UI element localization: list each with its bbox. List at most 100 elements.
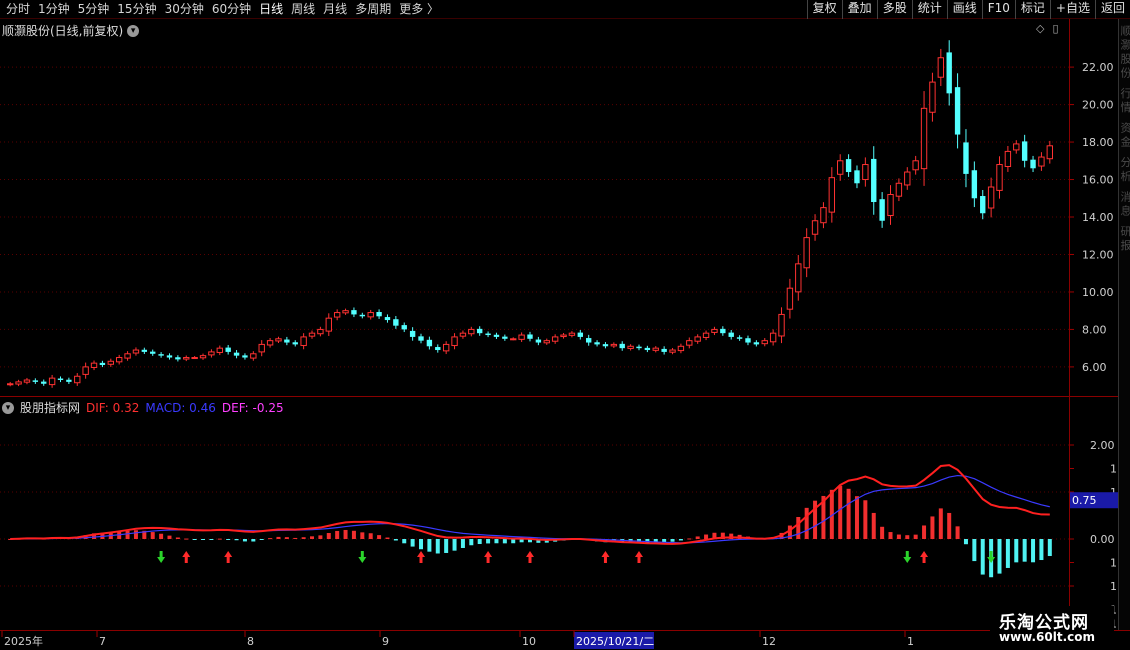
candle-body [937,57,945,78]
candle-body [435,347,441,351]
candle-body [183,357,190,360]
candle-body [854,170,860,184]
macd-bar [896,534,901,539]
candle-body [199,355,207,359]
period-tab[interactable]: 60分钟 [208,2,255,17]
candle-body [887,194,894,217]
candle-body [803,237,810,269]
candle-body [351,310,357,315]
toolbar-button[interactable]: 统计 [911,0,947,19]
toolbar-button[interactable]: 叠加 [841,0,877,19]
candle-body [535,339,542,343]
toolbar-button[interactable]: F10 [981,0,1015,19]
macd-bar [452,539,457,551]
candle-body [795,263,802,293]
macd-bar [494,539,499,544]
candle-body [585,338,592,343]
period-tab[interactable]: 更多 〉 [395,2,443,17]
period-tab[interactable]: 30分钟 [161,2,208,17]
macd-bar [913,534,918,539]
candle-body [150,351,156,354]
candlestick-chart[interactable] [0,19,1070,397]
macd-bar [704,534,709,539]
period-tab[interactable]: 日线 [255,2,287,17]
macd-bar [972,539,977,562]
toolbar-button[interactable]: 复权 [806,0,842,19]
macd-indicator-chart[interactable] [0,397,1070,630]
candle-body [1013,143,1020,151]
macd-bar [419,539,424,550]
toolbar-button[interactable]: +自选 [1049,0,1095,19]
candle-body [560,334,567,338]
candle-body [216,347,223,353]
macd-bar [276,536,281,539]
candle-body [74,375,81,384]
macd-bar [410,539,415,547]
macd-bar [938,508,943,539]
period-tab[interactable]: 1分钟 [34,2,74,17]
chevron-down-icon[interactable]: ▾ [127,24,140,37]
candle-body [636,346,642,349]
date-label: 10 [522,635,536,648]
candle-body [477,328,483,334]
dif-line [10,464,1050,545]
candle-body [652,347,659,351]
macd-bar [1047,539,1052,557]
macd-bar [1031,539,1036,563]
toolbar-button[interactable]: 多股 [876,0,912,19]
date-label: 2025年 [4,634,43,648]
toolbar-button[interactable]: 标记 [1014,0,1050,19]
candle-body [90,362,98,368]
toolbar-button[interactable]: 返回 [1094,0,1130,19]
candle-body [41,381,47,384]
candle-body [367,312,374,318]
macd-bar [393,539,398,541]
macd-bar [268,538,273,540]
macd-bar [251,539,256,542]
macd-bar [175,537,180,539]
chevron-down-icon[interactable]: ▾ [2,401,14,414]
date-label: 9 [382,635,389,648]
period-tab[interactable]: 15分钟 [113,2,160,17]
date-label: 7 [99,635,106,648]
period-tab[interactable]: 5分钟 [74,2,114,17]
candle-body [661,348,667,352]
side-strip[interactable]: 顺灏股份 行情 资金 分析 消息 研报 [1118,19,1130,631]
candle-body [577,332,583,337]
macd-bar [444,539,449,553]
candle-body [48,377,56,386]
site-watermark: 乐淘公式网 www.60lt.com [990,606,1114,648]
candle-body [904,171,911,186]
macd-bar [217,538,222,540]
macd-bar [1014,539,1019,563]
macd-bar [846,488,851,539]
candle-body [954,87,961,135]
period-tab[interactable]: 周线 [287,2,319,17]
candle-body [753,342,760,345]
candle-body [242,355,248,358]
period-tab[interactable]: 多周期 [351,2,395,17]
candle-body [568,332,576,336]
ind-tick-label: 2.00 [1090,439,1115,452]
diamond-icon[interactable]: ◇ [1036,22,1044,35]
macd-bar [184,538,189,540]
period-tab[interactable]: 分时 [2,2,34,17]
macd-bar [293,537,298,539]
macd-bar [963,539,968,545]
toolbar-button[interactable]: 画线 [946,0,982,19]
price-tick-label: 16.00 [1082,174,1114,187]
date-axis-svg: 2025年 7 8 9 10 2025/10/21/二 12 1 [1,631,914,649]
sell-arrow-icon [358,551,367,563]
candle-body [510,338,517,341]
candle-body [393,319,399,326]
buy-arrow-icon [224,551,233,563]
period-tab[interactable]: 月线 [319,2,351,17]
window-icon[interactable]: ▯ [1052,22,1058,35]
macd-bar [880,526,885,539]
macd-svg [0,444,1070,587]
macd-bar [360,532,365,539]
macd-bar [871,512,876,539]
candle-body [543,340,550,344]
candle-body [736,337,743,339]
price-tick-label: 18.00 [1082,136,1114,149]
